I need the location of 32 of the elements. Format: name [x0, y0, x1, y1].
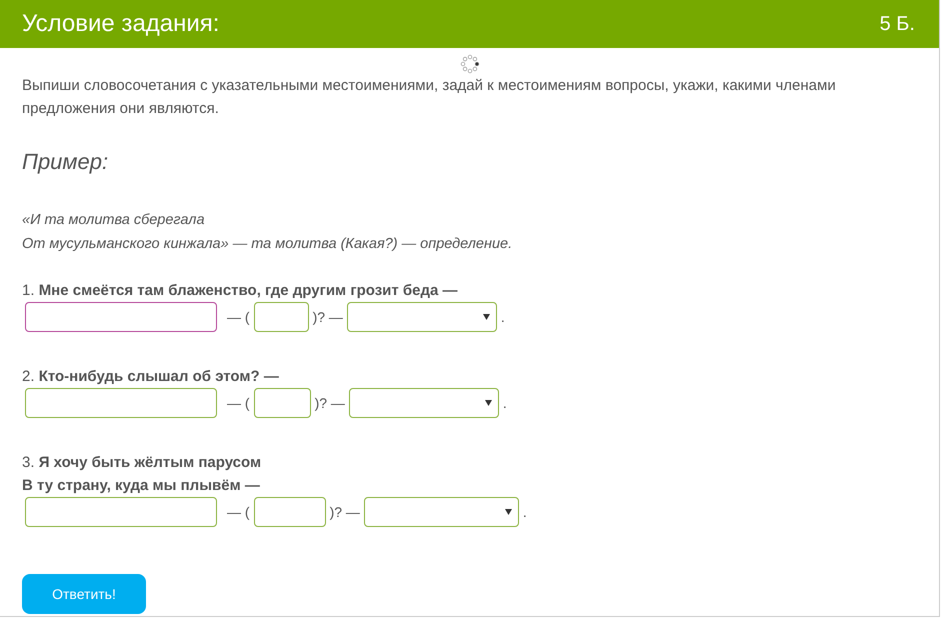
separator-text: )? — — [312, 309, 343, 325]
separator-text: )? — — [330, 504, 360, 520]
example-heading: Пример: — [22, 149, 110, 175]
instruction-text: Выпиши словосочетания с указательными местоимениями, задай к местоимениям вопросы, укажи, какими членами предложения они являются. — [22, 76, 837, 119]
sentence-text: 3. Я хочу быть жёлтым парусом — [22, 453, 262, 473]
role-dropdown[interactable] — [348, 388, 499, 418]
question-field[interactable] — [254, 302, 309, 332]
role-dropdown[interactable] — [346, 302, 497, 332]
sentence-text: В ту страну, куда мы плывём — — [22, 476, 261, 496]
period-text: . — [500, 309, 505, 325]
separator-text: )? — — [314, 395, 345, 411]
question-field[interactable] — [254, 388, 311, 418]
separator-text: — ( — [227, 504, 250, 520]
dropdown-caret-icon — [484, 400, 492, 406]
submit-button[interactable]: Ответить! — [22, 574, 146, 614]
dropdown-caret-icon — [504, 509, 512, 515]
example-line: «И та молитва сберегала — [22, 211, 206, 230]
sentence-text: 1. Мне смеётся там блаженство, где другим грозит беда — — [22, 281, 459, 301]
example-line: От мусульманского кинжала» — та молитва (Какая?) — определение. — [22, 235, 514, 254]
dropdown-caret-icon — [482, 314, 490, 320]
period-text: . — [522, 504, 527, 520]
answer-field[interactable] — [25, 497, 217, 527]
score-label: 5 Б. — [880, 12, 915, 36]
separator-text: — ( — [227, 309, 250, 325]
answer-field[interactable] — [25, 302, 217, 332]
period-text: . — [502, 395, 507, 411]
answer-field[interactable] — [25, 388, 217, 418]
role-dropdown[interactable] — [364, 497, 519, 527]
sentence-text: 2. Кто-нибудь слышал об этом? — — [22, 367, 280, 387]
task-title: Условие задания: — [22, 10, 220, 38]
separator-text: — ( — [227, 395, 250, 411]
question-field[interactable] — [254, 497, 326, 527]
